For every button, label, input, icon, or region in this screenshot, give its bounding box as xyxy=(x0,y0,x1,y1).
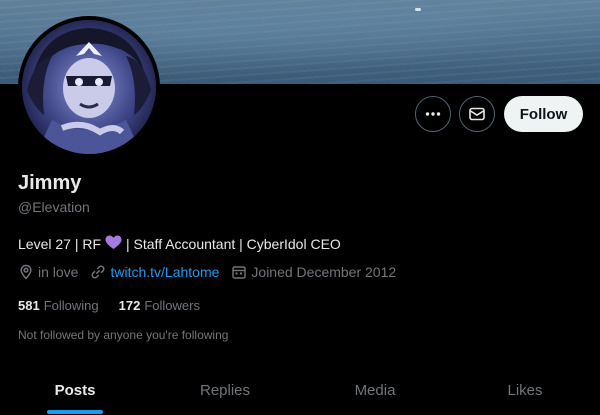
following-count: 581 xyxy=(18,298,40,313)
joined-text: Joined December 2012 xyxy=(251,264,397,280)
profile-link[interactable]: twitch.tv/Lahtome xyxy=(110,264,219,280)
followers-count: 172 xyxy=(118,298,141,313)
followers-label: Followers xyxy=(144,298,200,313)
following-label: Following xyxy=(43,298,99,313)
bio-suffix: | Staff Accountant | CyberIdol CEO xyxy=(126,236,341,252)
following-stat[interactable]: 581 Following xyxy=(18,298,99,313)
profile-meta: in love twitch.tv/Lahtome Joined Decembe… xyxy=(18,264,408,280)
purple-heart-icon xyxy=(105,235,122,253)
profile-handle: @Elevation xyxy=(18,199,90,215)
avatar[interactable] xyxy=(18,16,160,158)
more-icon xyxy=(425,112,441,116)
more-button[interactable] xyxy=(415,96,451,132)
profile-tabs: Posts Replies Media Likes xyxy=(0,364,600,415)
location-pin-icon xyxy=(20,264,32,280)
link-item[interactable]: twitch.tv/Lahtome xyxy=(90,264,219,280)
location-item: in love xyxy=(18,264,78,280)
followers-stat[interactable]: 172 Followers xyxy=(119,298,200,313)
link-icon xyxy=(91,265,105,279)
tab-replies[interactable]: Replies xyxy=(150,364,300,415)
active-tab-indicator xyxy=(47,410,103,414)
tab-replies-label: Replies xyxy=(199,382,251,399)
follow-button[interactable]: Follow xyxy=(504,96,583,132)
joined-item: Joined December 2012 xyxy=(231,264,396,280)
banner-speck xyxy=(415,8,421,11)
tab-likes-label: Likes xyxy=(507,382,543,399)
profile-bio: Level 27 | RF | Staff Accountant | Cyber… xyxy=(18,235,341,253)
bio-prefix: Level 27 | RF xyxy=(18,236,102,252)
followed-by-note: Not followed by anyone you're following xyxy=(18,328,229,342)
message-button[interactable] xyxy=(459,96,495,132)
tab-media[interactable]: Media xyxy=(300,364,450,415)
tab-posts-label: Posts xyxy=(54,382,96,399)
calendar-icon xyxy=(232,266,247,279)
profile-name: Jimmy xyxy=(18,172,82,194)
tab-media-label: Media xyxy=(354,382,396,399)
tab-likes[interactable]: Likes xyxy=(450,364,600,415)
profile-stats: 581 Following 172 Followers xyxy=(18,298,220,313)
avatar-image xyxy=(22,20,156,154)
tab-posts[interactable]: Posts xyxy=(0,364,150,415)
location-text: in love xyxy=(38,264,79,280)
mail-icon xyxy=(469,107,485,121)
